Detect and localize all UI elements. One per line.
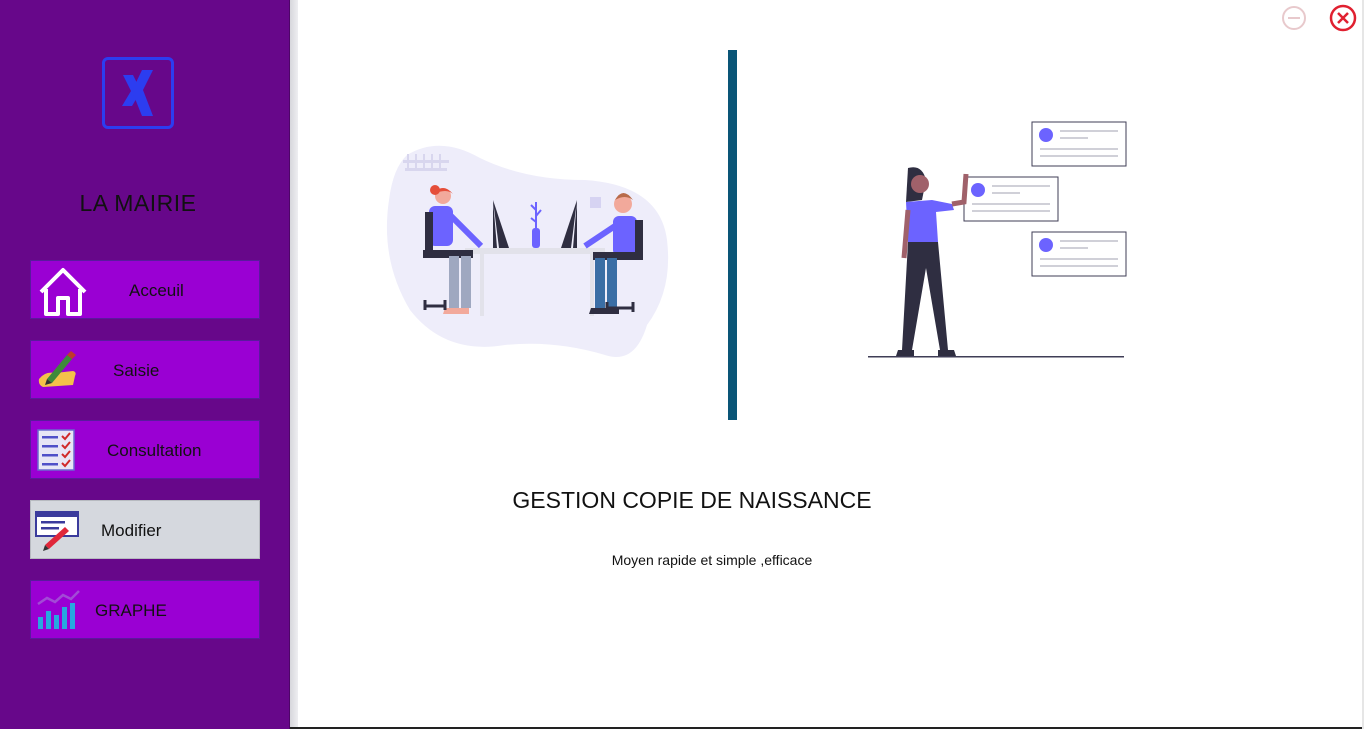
sidebar: LA MAIRIE Acceuil Saisie Consultation Mo… (0, 0, 290, 729)
team-desk-illustration (385, 140, 675, 370)
nav-label: Saisie (113, 361, 160, 380)
subtitle: Moyen rapide et simple ,efficace (611, 552, 813, 568)
bar-chart-icon (35, 585, 83, 635)
nav-label: Consultation (107, 441, 202, 460)
panel-divider (290, 0, 298, 729)
main-title: GESTION COPIE DE NAISSANCE (512, 487, 872, 513)
vertical-accent-line (728, 50, 737, 420)
pen-hand-icon (35, 345, 83, 395)
app-title: LA MAIRIE (79, 190, 197, 216)
nav-button-consultation[interactable]: Consultation (30, 420, 260, 479)
xing-logo-icon (102, 57, 174, 129)
nav-button-modifier[interactable]: Modifier (30, 500, 260, 559)
minimize-button[interactable] (1280, 4, 1308, 32)
nav-button-saisie[interactable]: Saisie (30, 340, 260, 399)
close-button[interactable] (1329, 4, 1357, 32)
nav-label: Modifier (101, 521, 162, 540)
nav-button-acceuil[interactable]: Acceuil (30, 260, 260, 319)
nav-button-graphe[interactable]: GRAPHE (30, 580, 260, 639)
nav-label: Acceuil (129, 281, 184, 300)
presentation-woman-illustration (860, 118, 1135, 368)
minus-circle-icon (1282, 6, 1306, 30)
nav-label: GRAPHE (95, 601, 167, 620)
edit-form-icon (35, 505, 83, 555)
home-icon (35, 265, 87, 316)
close-circle-icon (1329, 4, 1357, 32)
checklist-icon (35, 425, 83, 475)
